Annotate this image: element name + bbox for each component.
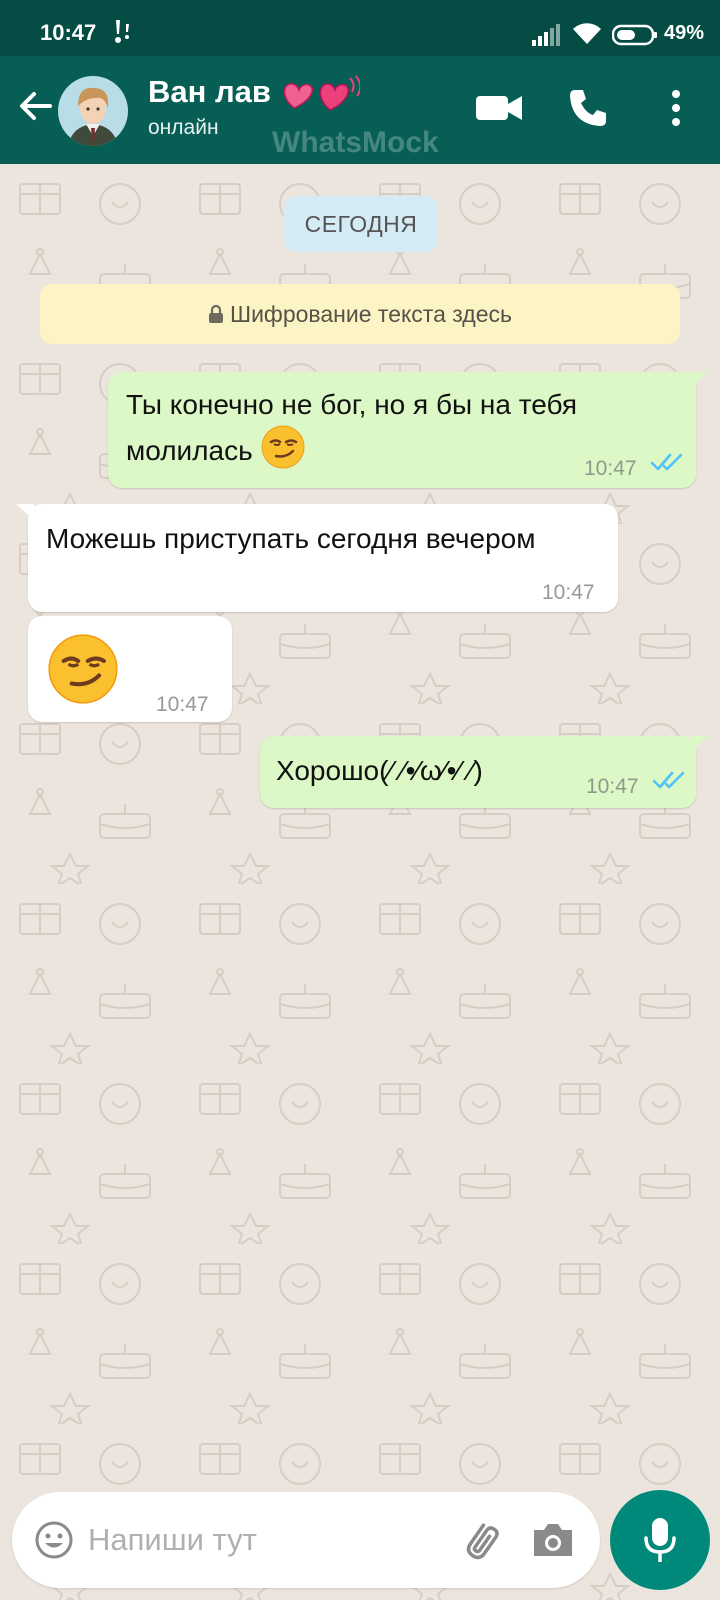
message-bubble-outgoing[interactable]: Хорошо(⁄ ⁄•⁄ω⁄•⁄ ⁄) 10:47 — [260, 736, 708, 808]
microphone-icon — [644, 1518, 676, 1562]
smirking-face-emoji — [48, 634, 118, 704]
battery-icon — [612, 24, 657, 46]
encryption-notice[interactable]: Шифрование текста здесь — [40, 284, 680, 344]
date-chip: СЕГОДНЯ — [284, 196, 438, 252]
contact-name[interactable]: Ван лав — [148, 74, 271, 110]
app-watermark: WhatsMock — [272, 126, 439, 159]
message-time: 10:47 — [584, 457, 637, 480]
status-time: 10:47 — [40, 20, 97, 45]
message-input[interactable] — [88, 1514, 428, 1566]
hearts-icon — [283, 75, 360, 111]
battery-level: 49% — [664, 22, 705, 44]
message-text: Хорошо(⁄ ⁄•⁄ω⁄•⁄ ⁄) — [276, 755, 483, 786]
contact-status: онлайн — [148, 116, 219, 139]
message-text: Ты конечно не бог, но я бы на тебя молил… — [126, 389, 578, 466]
bubble-tail — [690, 736, 708, 752]
message-time: 10:47 — [542, 581, 595, 604]
message-text: Можешь приступать сегодня вечером — [46, 523, 536, 554]
message-time: 10:47 — [156, 693, 209, 716]
wifi-icon — [573, 23, 601, 44]
message-bubble-outgoing[interactable]: Ты конечно не бог, но я бы на тебя молил… — [108, 372, 708, 488]
double-check-icon — [650, 453, 683, 471]
status-bar: 10:47 49% — [0, 0, 720, 56]
message-composer — [12, 1492, 600, 1588]
lock-icon — [209, 304, 223, 323]
more-vert-icon[interactable] — [656, 86, 696, 130]
contact-avatar[interactable] — [58, 76, 128, 146]
message-bubble-incoming[interactable]: 10:47 — [28, 616, 232, 722]
back-arrow-icon[interactable] — [14, 84, 58, 128]
message-time: 10:47 — [586, 775, 639, 798]
double-check-icon — [652, 771, 685, 789]
smirking-face-emoji — [261, 425, 305, 469]
signal-icon — [532, 24, 560, 46]
voice-record-button[interactable] — [610, 1490, 710, 1590]
message-bubble-incoming[interactable]: Можешь приступать сегодня вечером 10:47 — [16, 504, 618, 612]
bubble-tail — [16, 504, 34, 520]
emoji-icon[interactable] — [34, 1520, 74, 1560]
phone-icon[interactable] — [566, 86, 610, 130]
bubble-tail — [690, 372, 708, 388]
notification-icon — [115, 20, 129, 43]
camera-icon[interactable] — [530, 1518, 576, 1562]
chat-header: Ван лав онлайн WhatsMock — [0, 56, 720, 164]
video-camera-icon[interactable] — [474, 88, 524, 128]
encryption-notice-text: Шифрование текста здесь — [230, 301, 512, 327]
paperclip-icon[interactable] — [456, 1516, 504, 1564]
